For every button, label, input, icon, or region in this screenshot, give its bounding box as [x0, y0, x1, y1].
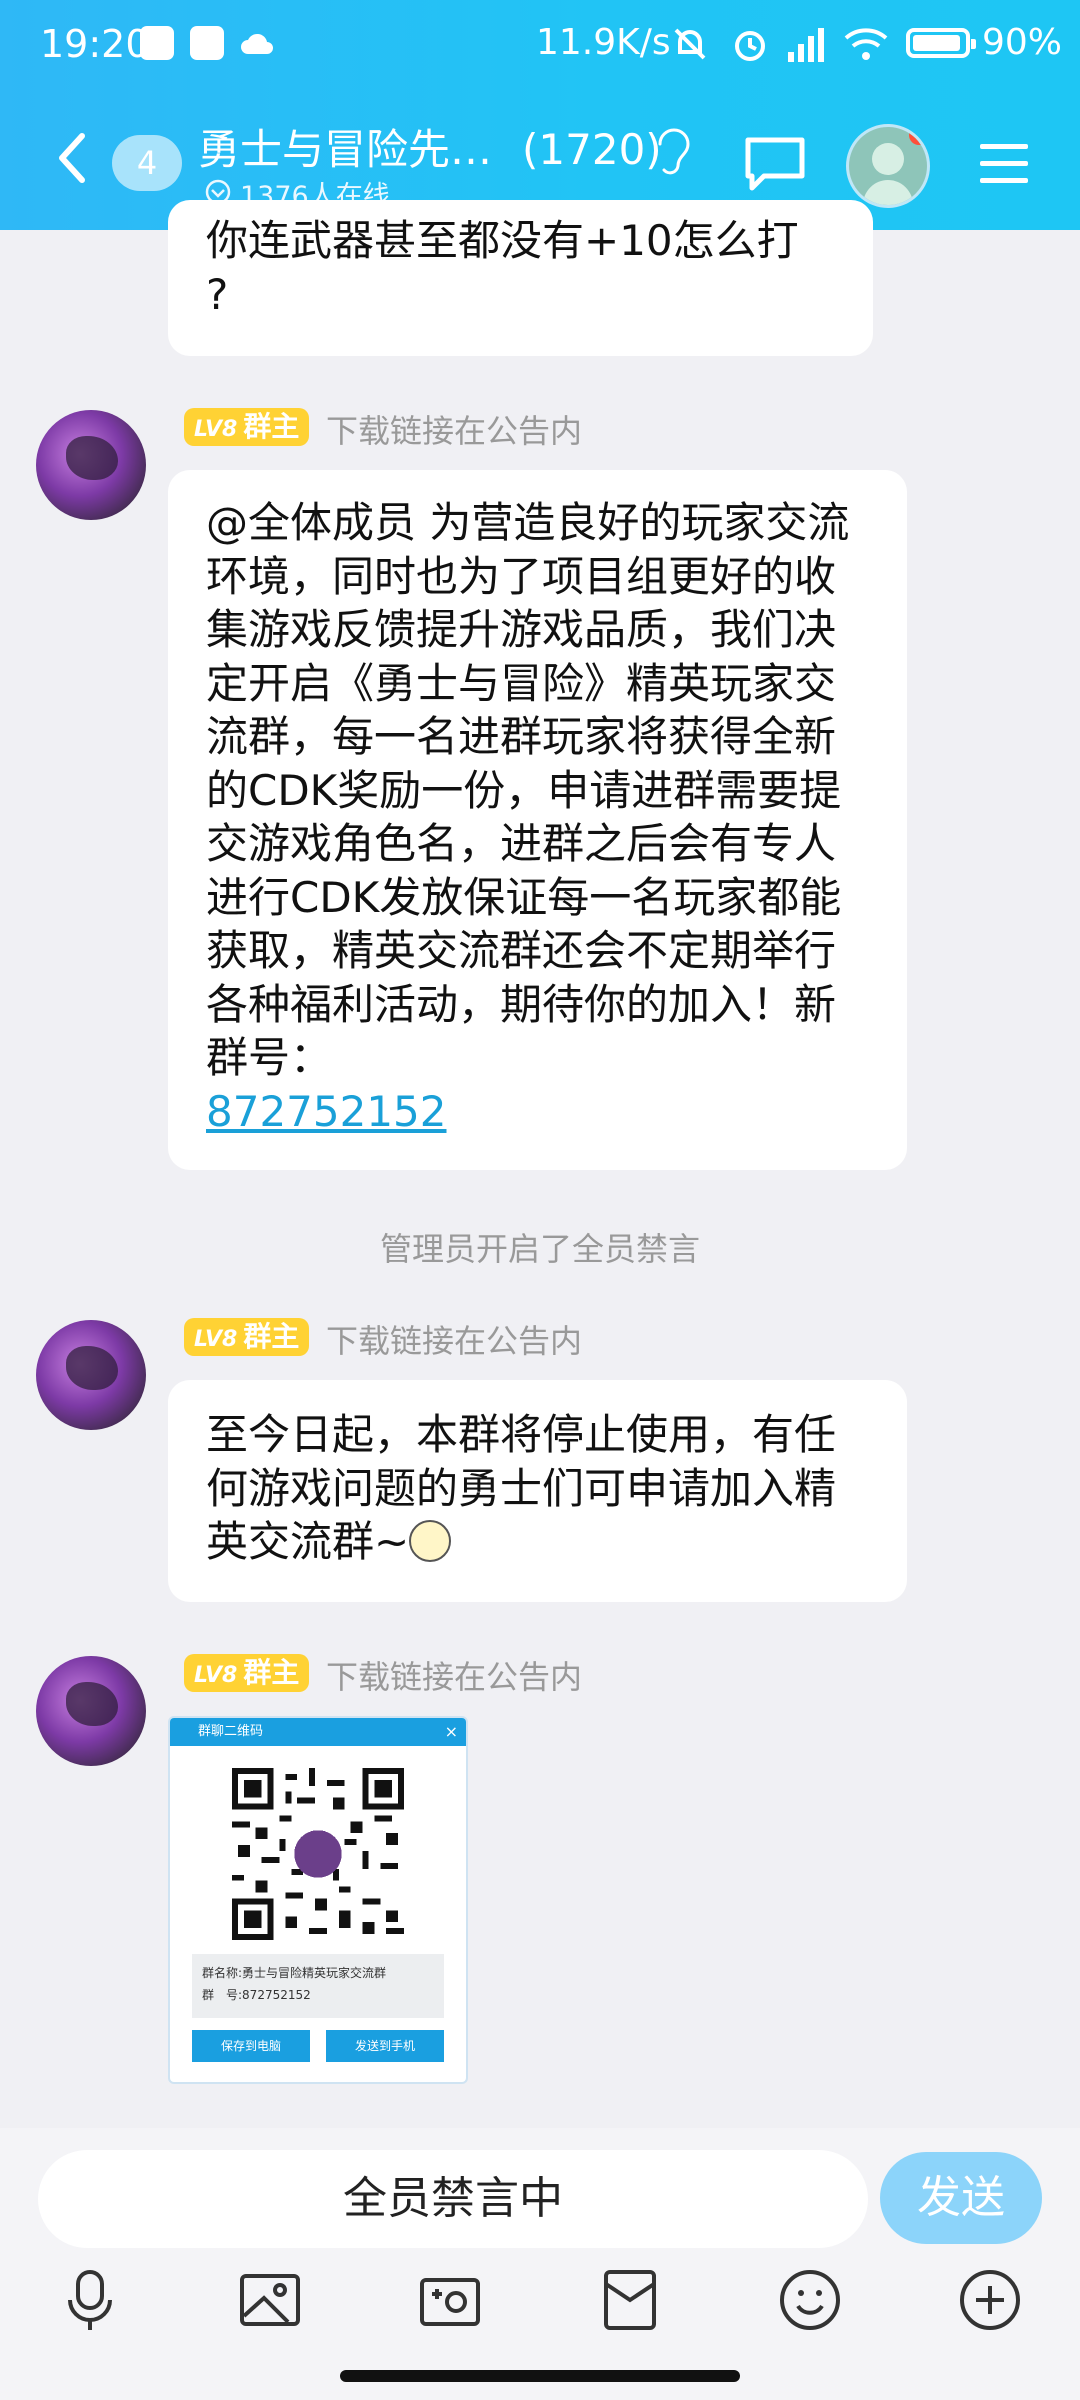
member-count: (1720)	[522, 125, 662, 174]
level-text: LV8	[194, 417, 238, 442]
message-bubble[interactable]: 你连武器甚至都没有+10怎么打 ?	[168, 200, 873, 356]
message-input[interactable]: 全员禁言中	[38, 2150, 868, 2248]
alarm-icon	[735, 31, 765, 61]
unread-badge[interactable]: 4	[112, 135, 182, 191]
notification-dot	[909, 127, 927, 145]
level-badge: LV8 群主	[184, 1654, 310, 1692]
system-notice: 管理员开启了全员禁言	[379, 1230, 700, 1268]
plus-icon[interactable]	[954, 2264, 1026, 2336]
cloud-icon	[241, 33, 273, 54]
notification-icon	[140, 26, 174, 60]
notification-icon	[190, 26, 224, 60]
group-number-link[interactable]: 872752152	[206, 1087, 447, 1136]
level-badge: LV8 群主	[184, 408, 310, 446]
message-text: 至今日起，本群将停止使用，有任何游戏问题的勇士们可申请加入精英交流群~	[206, 1408, 876, 1569]
qr-card-title: 群聊二维码	[198, 1724, 264, 1739]
qr-group-number: 群 号:872752152	[202, 1988, 311, 2002]
back-icon[interactable]	[52, 128, 92, 188]
qr-code-icon	[232, 1768, 404, 1940]
role-text: 群主	[243, 410, 300, 443]
level-badge: LV8 群主	[184, 1318, 310, 1356]
mic-icon[interactable]	[54, 2264, 126, 2336]
group-title[interactable]: 勇士与冒险先… (1720)	[198, 116, 662, 177]
close-icon: ×	[444, 1722, 458, 1741]
battery-percent: 90%	[982, 22, 1063, 63]
ear-icon[interactable]	[652, 122, 692, 178]
role-text: 群主	[243, 1656, 300, 1689]
message-text: 你连武器甚至都没有+10怎么打 ?	[206, 216, 799, 319]
qr-group-name: 群名称:勇士与冒险精英玩家交流群	[202, 1966, 387, 1980]
avatar[interactable]	[36, 1320, 146, 1430]
wifi-icon	[844, 28, 888, 60]
level-text: LV8	[194, 1327, 238, 1352]
avatar[interactable]	[36, 410, 146, 520]
group-name: 勇士与冒险先…	[198, 125, 493, 174]
message-text: @全体成员 为营造良好的玩家交流环境，同时也为了项目组更好的收集游戏反馈提升游戏…	[206, 496, 876, 1138]
chat-header: 19:20 11.9K/s 90% 4 勇士与冒险先… (1720) 1376人在…	[0, 0, 1080, 230]
image-icon[interactable]	[234, 2264, 306, 2336]
camera-icon[interactable]	[414, 2264, 486, 2336]
mute-bell-icon	[674, 28, 706, 60]
status-bar: 19:20 11.9K/s 90%	[0, 0, 1080, 96]
avatar[interactable]	[36, 1656, 146, 1766]
message-bubble[interactable]: @全体成员 为营造良好的玩家交流环境，同时也为了项目组更好的收集游戏反馈提升游戏…	[168, 470, 907, 1170]
message-bubble[interactable]: 至今日起，本群将停止使用，有任何游戏问题的勇士们可申请加入精英交流群~	[168, 1380, 907, 1602]
sender-nickname[interactable]: 下载链接在公告内	[326, 1652, 582, 1698]
stop-text: 至今日起，本群将停止使用，有任何游戏问题的勇士们可申请加入精英交流群~	[206, 1410, 837, 1566]
sender-nickname[interactable]: 下载链接在公告内	[326, 406, 582, 452]
send-to-phone-button: 发送到手机	[326, 2030, 444, 2062]
battery-icon	[906, 28, 976, 58]
role-text: 群主	[243, 1320, 300, 1353]
avatar[interactable]	[846, 124, 930, 208]
level-text: LV8	[194, 1663, 238, 1688]
emoji-icon	[409, 1520, 452, 1562]
announcement-text: @全体成员 为营造良好的玩家交流环境，同时也为了项目组更好的收集游戏反馈提升游戏…	[206, 498, 850, 1082]
send-button[interactable]: 发送	[880, 2152, 1042, 2244]
network-speed: 11.9K/s	[536, 22, 671, 63]
chat-icon[interactable]	[744, 136, 806, 194]
signal-icon	[788, 28, 824, 62]
red-packet-icon[interactable]	[594, 2264, 666, 2336]
menu-icon[interactable]	[976, 136, 1032, 192]
sender-nickname[interactable]: 下载链接在公告内	[326, 1316, 582, 1362]
clock: 19:20	[40, 22, 150, 66]
save-to-pc-button: 保存到电脑	[192, 2030, 310, 2062]
qr-card-header: 群聊二维码 ×	[170, 1718, 466, 1746]
home-indicator[interactable]	[340, 2370, 740, 2382]
qr-code-image[interactable]: 群聊二维码 × 群名称:勇士与冒险精英玩家交流群 群 号:872752152 保…	[168, 1716, 468, 2084]
qr-group-info: 群名称:勇士与冒险精英玩家交流群 群 号:872752152	[192, 1954, 444, 2018]
emoji-icon[interactable]	[774, 2264, 846, 2336]
